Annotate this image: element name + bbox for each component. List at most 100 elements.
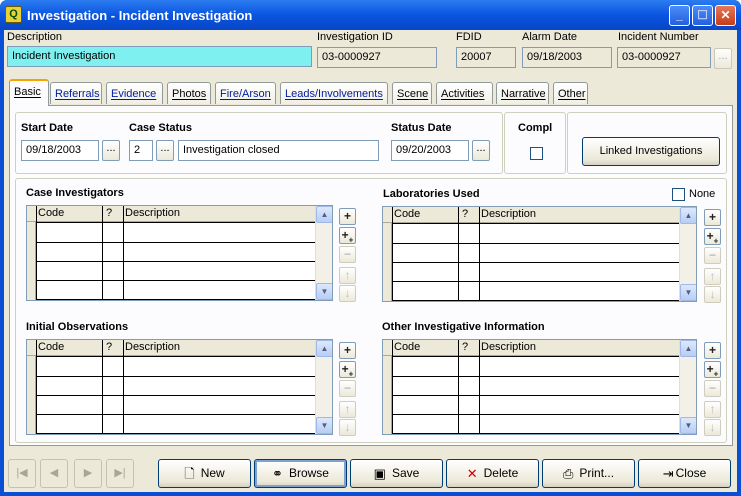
start-date-input[interactable]: 09/18/2003 [21, 140, 99, 161]
status-date-input[interactable]: 09/20/2003 [391, 140, 469, 161]
window: Q Investigation - Incident Investigation… [0, 0, 741, 496]
move-down-button: ↓ [339, 285, 356, 302]
window-title: Investigation - Incident Investigation [27, 8, 253, 23]
print-button[interactable]: ⎙ Print... [542, 459, 635, 488]
case-status-code-input[interactable]: 2 [129, 140, 153, 161]
compl-group: Compl [504, 112, 566, 174]
status-date-label: Status Date [391, 122, 452, 134]
remove-row-button: − [704, 247, 721, 264]
other-info-label: Other Investigative Information [382, 321, 545, 333]
col-description: Description [481, 341, 537, 353]
tab-referrals[interactable]: Referrals [50, 82, 102, 104]
delete-x-icon: ✕ [466, 466, 478, 482]
printer-icon: ⎙ [562, 466, 574, 482]
floppy-disk-icon: ▣ [373, 466, 386, 482]
app-icon: Q [5, 6, 22, 23]
add-multiple-button[interactable]: ++ [704, 361, 721, 378]
investigation-id-label: Investigation ID [317, 31, 393, 43]
maximize-button: ☐ [692, 5, 713, 26]
laboratories-grid[interactable]: Code? Description ▲ ▼ [382, 206, 697, 302]
tab-evidence[interactable]: Evidence [106, 82, 163, 104]
scroll-down-icon[interactable]: ▼ [316, 283, 332, 300]
fdid-label: FDID [456, 31, 482, 43]
save-button[interactable]: ▣ Save [350, 459, 443, 488]
scroll-down-icon[interactable]: ▼ [680, 417, 696, 434]
browse-label: Browse [288, 466, 329, 480]
move-up-button: ↑ [704, 401, 721, 418]
add-multiple-button[interactable]: ++ [339, 361, 356, 378]
add-multiple-button[interactable]: ++ [704, 228, 721, 245]
initial-observations-grid[interactable]: Code? Description ▲ ▼ [26, 339, 333, 435]
remove-row-button: − [704, 380, 721, 397]
col-q: ? [462, 208, 469, 220]
fdid-field: 20007 [456, 47, 516, 68]
minimize-button[interactable]: _ [669, 5, 690, 26]
new-document-icon: 🗋 [184, 466, 195, 482]
tab-basic[interactable]: Basic [9, 79, 49, 106]
case-status-description: Investigation closed [178, 140, 379, 161]
col-description: Description [125, 207, 181, 219]
tab-scene[interactable]: Scene [392, 82, 432, 104]
move-up-button: ↑ [704, 268, 721, 285]
first-record-button: |◀ [8, 459, 36, 488]
tab-leads-involvements[interactable]: Leads/Involvements [280, 82, 388, 104]
other-info-grid[interactable]: Code? Description ▲ ▼ [382, 339, 697, 435]
col-code: Code [394, 208, 421, 220]
previous-record-button: ◀ [40, 459, 68, 488]
tab-other[interactable]: Other [553, 82, 588, 104]
add-row-button[interactable]: + [704, 209, 721, 226]
tab-fire-arson[interactable]: Fire/Arson [215, 82, 276, 104]
move-up-button: ↑ [339, 267, 356, 284]
scroll-up-icon[interactable]: ▲ [316, 206, 332, 223]
initial-observations-label: Initial Observations [26, 321, 129, 333]
case-status-lookup-button[interactable]: ... [156, 140, 174, 161]
delete-button[interactable]: ✕ Delete [446, 459, 539, 488]
move-down-button: ↓ [704, 419, 721, 436]
incident-number-label: Incident Number [618, 31, 699, 43]
status-date-picker-button[interactable]: ... [472, 140, 490, 161]
linked-group: Linked Investigations [567, 112, 727, 174]
add-row-button[interactable]: + [339, 208, 356, 225]
linked-investigations-button[interactable]: Linked Investigations [582, 137, 720, 166]
close-button[interactable]: ⇥ Close [638, 459, 731, 488]
scroll-down-icon[interactable]: ▼ [680, 284, 696, 301]
scroll-down-icon[interactable]: ▼ [316, 417, 332, 434]
new-button[interactable]: 🗋 New [158, 459, 251, 488]
start-date-picker-button[interactable]: ... [102, 140, 120, 161]
next-record-button: ▶ [74, 459, 102, 488]
scroll-up-icon[interactable]: ▲ [680, 207, 696, 224]
alarm-date-label: Alarm Date [522, 31, 578, 43]
none-label: None [689, 188, 716, 200]
title-bar[interactable]: Q Investigation - Incident Investigation… [0, 0, 741, 30]
add-row-button[interactable]: + [339, 342, 356, 359]
scroll-up-icon[interactable]: ▲ [680, 340, 696, 357]
last-record-button: ▶| [106, 459, 134, 488]
tab-narrative[interactable]: Narrative [496, 82, 549, 104]
col-description: Description [481, 208, 537, 220]
col-q: ? [106, 341, 113, 353]
description-field[interactable]: Incident Investigation [7, 46, 312, 67]
close-window-button[interactable]: ✕ [715, 5, 736, 26]
compl-checkbox[interactable] [530, 147, 543, 160]
tab-photos[interactable]: Photos [167, 82, 211, 104]
description-label: Description [7, 31, 63, 43]
incident-lookup-button[interactable]: ... [714, 48, 732, 69]
tab-activities[interactable]: Activities [436, 82, 493, 104]
incident-number-field: 03-0000927 [617, 47, 711, 68]
case-status-label: Case Status [129, 122, 192, 134]
case-investigators-grid[interactable]: Code? Description ▲ ▼ [26, 205, 333, 301]
move-up-button: ↑ [339, 401, 356, 418]
alarm-date-field: 09/18/2003 [522, 47, 612, 68]
none-checkbox[interactable] [672, 188, 685, 201]
binoculars-icon: ⚭ [272, 466, 283, 482]
case-investigators-label: Case Investigators [26, 187, 124, 199]
compl-label: Compl [518, 122, 553, 134]
remove-row-button: − [339, 380, 356, 397]
add-multiple-button[interactable]: ++ [339, 227, 356, 244]
add-row-button[interactable]: + [704, 342, 721, 359]
col-description: Description [125, 341, 181, 353]
close-label: Close [675, 466, 707, 480]
delete-label: Delete [483, 466, 519, 480]
browse-button[interactable]: ⚭ Browse [254, 459, 347, 488]
scroll-up-icon[interactable]: ▲ [316, 340, 332, 357]
